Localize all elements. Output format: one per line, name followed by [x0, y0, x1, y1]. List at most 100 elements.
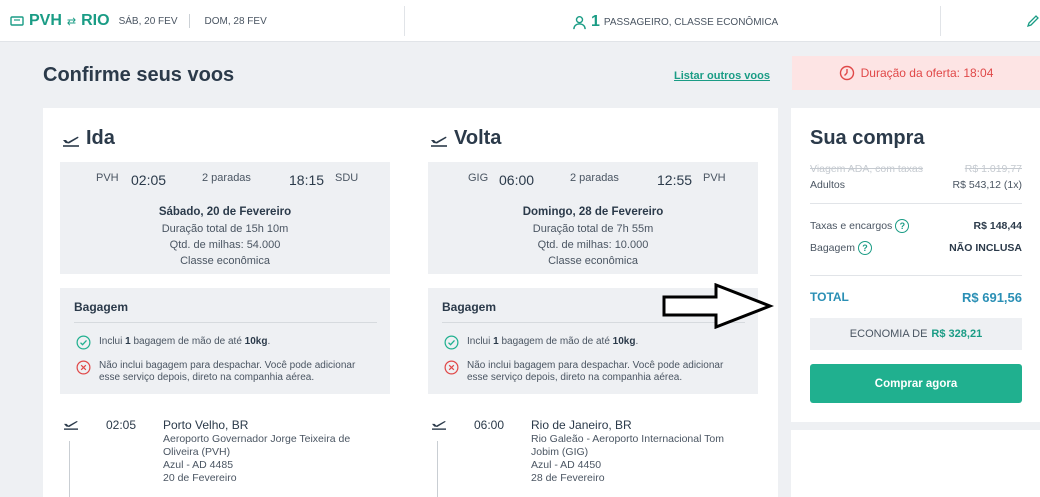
purchase-title: Sua compra	[810, 127, 925, 149]
segment-details: Rio Galeão - Aeroporto Internacional Tom…	[531, 433, 746, 485]
search-summary-bar: PVH ⇄ RIO SÁB, 20 FEV DOM, 28 FEV 1 PASS…	[0, 0, 1040, 42]
outbound-segment: 02:05 Porto Velho, BR Aeroporto Governad…	[60, 416, 390, 497]
baggage-row: Bagagem? NÃO INCLUSA	[810, 241, 1022, 255]
baggage-label: Bagagem	[810, 241, 855, 254]
ticket-icon	[10, 16, 24, 26]
original-price-label: Viagem ADA, com taxas	[810, 163, 924, 175]
outbound-depart-time: 02:05	[131, 172, 167, 188]
savings-label: ECONOMIA DE	[849, 328, 928, 340]
segment-timeline	[437, 441, 438, 497]
taxes-row: Taxas e encargos? R$ 148,44	[810, 219, 1022, 233]
baggage-included-text: Inclui 1 bagagem de mão de até 10kg.	[467, 336, 639, 347]
offer-duration-text: Duração da oferta: 18:04	[860, 66, 994, 80]
edit-pencil-icon[interactable]	[1026, 14, 1040, 28]
buy-now-button[interactable]: Comprar agora	[810, 364, 1022, 403]
total-value: R$ 691,56	[962, 290, 1022, 305]
baggage-divider	[74, 322, 377, 323]
segment-city: Rio de Janeiro, BR	[531, 418, 632, 432]
segment-date: 20 de Fevereiro	[163, 472, 237, 484]
baggage-title: Bagagem	[74, 300, 129, 314]
baggage-excluded-item: Não inclui bagagem para despachar. Você …	[76, 360, 379, 384]
destination-code: RIO	[81, 12, 110, 29]
help-question-icon[interactable]: ?	[857, 241, 872, 255]
outbound-destination-code: SDU	[335, 172, 359, 184]
segment-time: 02:05	[106, 418, 137, 432]
outbound-origin-code: PVH	[96, 172, 119, 184]
plane-takeoff-icon	[432, 421, 446, 430]
total-label: TOTAL	[810, 290, 849, 304]
outbound-baggage-box: Bagagem Inclui 1 bagagem de mão de até 1…	[60, 288, 390, 394]
adults-row: Adultos R$ 543,12 (1x)	[810, 179, 1022, 191]
passenger-summary[interactable]: 1 PASSAGEIRO, CLASSE ECONÔMICA	[572, 13, 778, 31]
original-price-value: R$ 1.019,77	[964, 163, 1022, 175]
outbound-info-box: PVH 02:05 2 paradas 18:15 SDU Sábado, 20…	[60, 162, 390, 274]
page-title: Confirme seus voos	[43, 64, 235, 86]
return-heading-label: Volta	[454, 127, 502, 149]
return-date: Domingo, 28 de Fevereiro	[522, 206, 664, 218]
return-depart-time: 06:00	[499, 172, 535, 188]
check-circle-icon	[76, 335, 91, 350]
passenger-text: PASSAGEIRO, CLASSE ECONÔMICA	[603, 16, 779, 28]
offer-timer-banner: Duração da oferta: 18:04	[792, 56, 1040, 90]
purchase-divider	[810, 275, 1022, 276]
secondary-card	[791, 430, 1040, 497]
list-other-flights-link[interactable]: Listar outros voos	[674, 70, 770, 82]
adults-label: Adultos	[810, 179, 846, 191]
savings-box: ECONOMIA DE R$ 328,21	[810, 318, 1022, 350]
swap-arrows-icon: ⇄	[66, 15, 77, 28]
return-segment: 06:00 Rio de Janeiro, BR Rio Galeão - Ae…	[428, 416, 758, 497]
segment-city: Porto Velho, BR	[163, 418, 249, 432]
segment-details: Aeroporto Governador Jorge Teixeira de O…	[163, 433, 378, 485]
user-icon	[573, 15, 586, 29]
check-circle-icon	[444, 335, 459, 350]
segment-flight: Azul - AD 4450	[531, 459, 602, 471]
savings-value: R$ 328,21	[931, 328, 983, 340]
passenger-count: 1	[591, 13, 600, 30]
outbound-miles: Qtd. de milhas: 54.000	[169, 239, 281, 251]
plane-takeoff-icon	[431, 136, 447, 147]
plane-takeoff-icon	[63, 136, 79, 147]
origin-code: PVH	[29, 12, 62, 29]
return-stops: 2 paradas	[570, 172, 619, 184]
return-heading: Volta	[430, 127, 501, 150]
baggage-title: Bagagem	[442, 300, 497, 314]
outbound-duration: Duração total de 15h 10m	[161, 223, 289, 235]
date-separator	[188, 14, 190, 28]
segment-airport: Rio Galeão - Aeroporto Internacional Tom…	[531, 433, 724, 458]
taxes-label: Taxas e encargos	[810, 219, 893, 232]
baggage-included-text: Inclui 1 bagagem de mão de até 10kg.	[99, 336, 271, 347]
topbar-divider	[404, 6, 405, 36]
x-circle-icon	[444, 360, 459, 375]
return-destination-code: PVH	[703, 172, 726, 184]
return-flight-row: GIG 06:00 2 paradas 12:55 PVH	[428, 172, 758, 188]
adults-value: R$ 543,12 (1x)	[952, 179, 1022, 191]
baggage-value: NÃO INCLUSA	[949, 242, 1022, 254]
segment-timeline	[69, 441, 70, 497]
return-duration: Duração total de 7h 55m	[532, 223, 654, 235]
baggage-excluded-item: Não inclui bagagem para despachar. Você …	[444, 360, 747, 384]
route-summary[interactable]: PVH ⇄ RIO SÁB, 20 FEV DOM, 28 FEV	[10, 12, 267, 30]
clock-icon	[839, 65, 854, 81]
outbound-stops: 2 paradas	[202, 172, 251, 184]
segment-date: 28 de Fevereiro	[531, 472, 605, 484]
outbound-cabin: Classe econômica	[180, 255, 270, 267]
return-miles: Qtd. de milhas: 10.000	[537, 239, 649, 251]
total-row: TOTAL R$ 691,56	[810, 290, 1022, 305]
x-circle-icon	[76, 360, 91, 375]
outbound-heading: Ida	[62, 127, 115, 150]
return-arrive-time: 12:55	[657, 172, 693, 188]
segment-time: 06:00	[474, 418, 505, 432]
outbound-flight-row: PVH 02:05 2 paradas 18:15 SDU	[60, 172, 390, 188]
original-price-row: Viagem ADA, com taxas R$ 1.019,77	[810, 163, 1022, 175]
baggage-excluded-text: Não inclui bagagem para despachar. Você …	[467, 360, 724, 383]
segment-airport: Aeroporto Governador Jorge Teixeira de O…	[163, 433, 351, 458]
baggage-included-item: Inclui 1 bagagem de mão de até 10kg.	[76, 335, 379, 350]
annotation-arrow-icon	[662, 283, 774, 329]
purchase-divider	[810, 203, 1022, 204]
help-question-icon[interactable]: ?	[895, 219, 910, 233]
topbar-divider	[940, 6, 941, 36]
plane-takeoff-icon	[64, 421, 78, 430]
outbound-date: Sábado, 20 de Fevereiro	[158, 206, 292, 218]
return-origin-code: GIG	[468, 172, 489, 184]
return-date: DOM, 28 FEV	[204, 15, 267, 27]
